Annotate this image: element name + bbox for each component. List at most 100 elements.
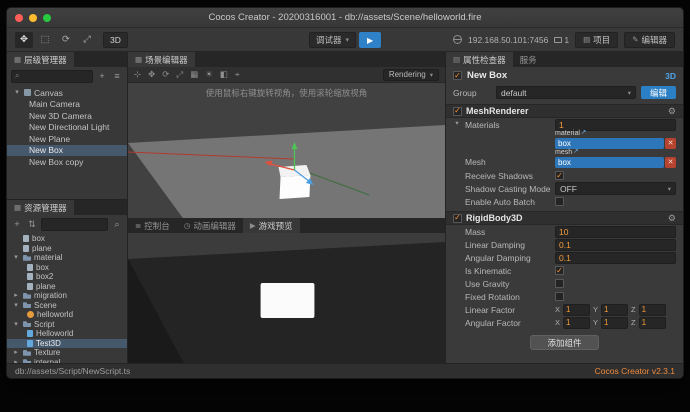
shadow-casting-select[interactable]: OFF ▾	[555, 182, 676, 195]
rigidbody-enabled-checkbox[interactable]: ✓	[453, 213, 462, 223]
linear-factor-x-input[interactable]	[563, 303, 591, 316]
shading-toggle-icon[interactable]: ◧	[220, 70, 228, 79]
assets-search-button[interactable]: ⌕	[111, 218, 123, 230]
edit-group-button[interactable]: 编辑	[640, 86, 676, 99]
open-asset-icon[interactable]: ↗	[573, 148, 578, 156]
tab-game-preview[interactable]: ▶ 游戏预览	[242, 218, 300, 233]
move-tool-button[interactable]: ✥	[15, 31, 33, 48]
gear-icon[interactable]: ⚙	[668, 213, 676, 223]
asset-item[interactable]: plane	[7, 244, 127, 254]
open-editor-button[interactable]: ✎ 编辑器	[624, 31, 675, 48]
tab-animation-editor[interactable]: ◷ 动画编辑器	[177, 218, 243, 233]
angular-factor-x-input[interactable]	[563, 316, 591, 329]
group-select[interactable]: default ▾	[496, 86, 636, 99]
scene-viewport[interactable]: 使用鼠标右键旋转视角，使用滚轮缩放视角	[128, 83, 445, 218]
angular-factor-y-input[interactable]	[601, 316, 629, 329]
gear-icon[interactable]: ⚙	[668, 106, 676, 116]
rotate-tool-button[interactable]: ⟳	[57, 32, 75, 48]
hierarchy-item-new-box-copy[interactable]: New Box copy	[7, 156, 127, 168]
zoom-view-icon[interactable]: ⤢	[176, 70, 183, 79]
asset-folder-material[interactable]: ▾ material	[7, 253, 127, 263]
is-kinematic-checkbox[interactable]: ✓	[555, 266, 564, 275]
asset-item[interactable]: plane	[7, 282, 127, 292]
hierarchy-item-main-camera[interactable]: Main Camera	[7, 99, 127, 111]
asset-folder-script[interactable]: ▾ Script	[7, 320, 127, 330]
asset-folder-migration[interactable]: ▸ migration	[7, 291, 127, 301]
expander-icon[interactable]: ▾	[12, 254, 20, 261]
assets-searchbox[interactable]	[41, 217, 108, 231]
focus-icon[interactable]: ⌖	[235, 70, 240, 79]
asset-item-script[interactable]: Helloworld	[7, 329, 127, 339]
receive-shadows-checkbox[interactable]: ✓	[555, 171, 564, 180]
light-toggle-icon[interactable]: ☀	[205, 70, 213, 79]
rotate-view-icon[interactable]: ⟳	[162, 70, 169, 79]
debugger-dropdown[interactable]: 调试器 ▾	[308, 32, 357, 48]
mesh-asset-field[interactable]: box	[555, 157, 664, 168]
create-node-button[interactable]: +	[96, 70, 108, 82]
hierarchy-search-input[interactable]	[21, 71, 89, 81]
asset-item-script-selected[interactable]: Test3D	[7, 338, 127, 348]
create-asset-button[interactable]: +	[11, 218, 23, 230]
meshrenderer-header[interactable]: ✓ MeshRenderer ⚙	[446, 104, 683, 118]
hierarchy-item-new-box[interactable]: New Box	[7, 144, 127, 156]
asset-item[interactable]: box2	[7, 272, 127, 282]
clear-mesh-button[interactable]: ✕	[665, 157, 676, 168]
minimize-window-button[interactable]	[29, 13, 37, 22]
sort-assets-button[interactable]: ⇅	[26, 218, 38, 230]
game-preview-area[interactable]	[128, 233, 445, 363]
hierarchy-item-new-directional-light[interactable]: New Directional Light	[7, 122, 127, 134]
angular-damping-input[interactable]	[555, 251, 676, 264]
linear-factor-z-input[interactable]	[638, 303, 666, 316]
tab-properties[interactable]: ▤ 属性检查器	[446, 52, 513, 67]
expander-icon[interactable]: ▸	[12, 292, 20, 299]
hierarchy-item-new-3d-camera[interactable]: New 3D Camera	[7, 110, 127, 122]
assets-search-input[interactable]	[45, 219, 104, 229]
play-button[interactable]: ▶	[359, 32, 382, 48]
chevron-down-icon[interactable]: ▾	[453, 121, 461, 128]
expander-icon[interactable]: ▾	[13, 89, 21, 96]
pan-icon[interactable]: ✥	[148, 70, 155, 79]
hierarchy-item-canvas[interactable]: ▾ Canvas	[7, 87, 127, 99]
add-component-button[interactable]: 添加组件	[530, 335, 599, 350]
zoom-window-button[interactable]	[43, 13, 51, 22]
rect-tool-button[interactable]: ⬚	[36, 32, 54, 48]
linear-damping-input[interactable]	[555, 238, 676, 251]
rendering-dropdown[interactable]: Rendering ▾	[382, 68, 439, 81]
close-window-button[interactable]	[15, 13, 23, 22]
gizmo-icon[interactable]: ⊹	[134, 70, 141, 79]
tab-services[interactable]: 服务	[513, 52, 544, 67]
hierarchy-searchbox[interactable]: ⌕	[11, 69, 93, 83]
preview-address[interactable]: 192.168.50.101:7456	[468, 35, 548, 45]
angular-factor-z-input[interactable]	[638, 316, 666, 329]
tab-label: 服务	[519, 54, 537, 65]
asset-folder-texture[interactable]: ▸ Texture	[7, 348, 127, 358]
rigidbody-header[interactable]: ✓ RigidBody3D ⚙	[446, 211, 683, 225]
expander-icon[interactable]: ▾	[12, 321, 20, 328]
auto-batch-checkbox[interactable]	[555, 197, 564, 206]
expander-icon[interactable]: ▸	[12, 349, 20, 356]
tab-assets[interactable]: ▦ 资源管理器	[7, 200, 74, 215]
linear-factor-y-input[interactable]	[601, 303, 629, 316]
hierarchy-menu-button[interactable]: ≡	[111, 70, 123, 82]
use-gravity-checkbox[interactable]	[555, 279, 564, 288]
meshrenderer-enabled-checkbox[interactable]: ✓	[453, 106, 462, 116]
main-area: ▦ 层级管理器 ⌕ + ≡ ▾ Canvas Main Camera New 3…	[7, 52, 683, 363]
node-active-checkbox[interactable]: ✓	[453, 71, 462, 80]
asset-item[interactable]: box	[7, 263, 127, 273]
titlebar[interactable]: Cocos Creator - 20200316001 - db://asset…	[7, 8, 683, 28]
tab-scene-editor[interactable]: ▦ 场景编辑器	[128, 52, 195, 67]
asset-folder-scene[interactable]: ▾ Scene	[7, 301, 127, 311]
grid-toggle-icon[interactable]: ▦	[190, 70, 198, 79]
asset-item-scene-file[interactable]: helloworld	[7, 310, 127, 320]
hierarchy-item-new-plane[interactable]: New Plane	[7, 133, 127, 145]
open-asset-icon[interactable]: ↗	[581, 129, 586, 137]
tab-hierarchy[interactable]: ▦ 层级管理器	[7, 52, 74, 67]
scale-tool-button[interactable]: ⤢	[78, 32, 96, 48]
asset-item[interactable]: box	[7, 234, 127, 244]
tab-console[interactable]: ≣ 控制台	[128, 218, 177, 233]
mass-input[interactable]	[555, 225, 676, 238]
fixed-rotation-checkbox[interactable]	[555, 292, 564, 301]
open-project-button[interactable]: ▤ 项目	[575, 31, 619, 48]
mode-3d-toggle[interactable]: 3D	[103, 31, 128, 48]
expander-icon[interactable]: ▾	[12, 302, 20, 309]
